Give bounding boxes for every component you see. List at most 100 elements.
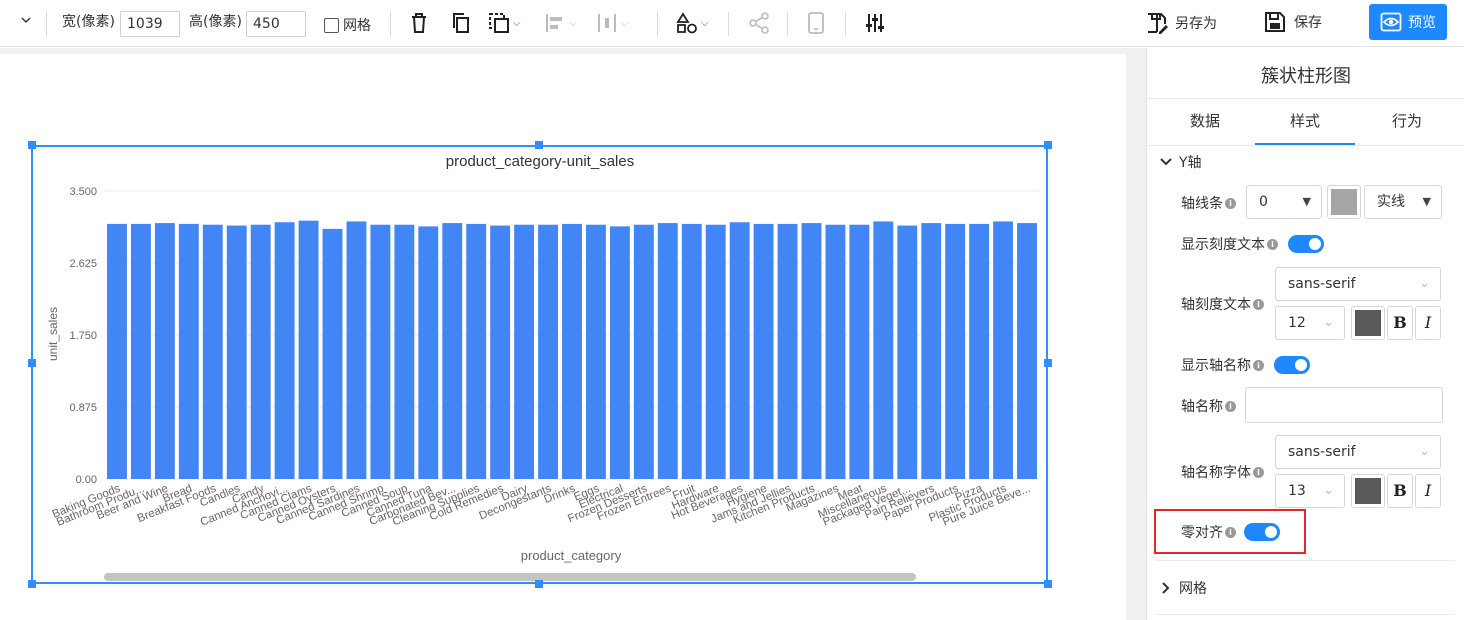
zoom-dropdown-chevron-icon[interactable] — [20, 14, 32, 26]
bar[interactable] — [969, 223, 990, 479]
section-grid-header[interactable]: 网格 — [1159, 578, 1207, 598]
bar[interactable] — [274, 222, 295, 480]
axis-name-row: 轴名称 i — [1181, 396, 1236, 416]
section-grid-label: 网格 — [1179, 581, 1207, 597]
save-as-button[interactable]: 另存为 — [1145, 11, 1217, 35]
resize-handle-right[interactable] — [1044, 359, 1052, 367]
axis-name-input[interactable] — [1245, 387, 1443, 423]
share-icon[interactable] — [748, 12, 770, 34]
bar[interactable] — [849, 224, 870, 479]
section-y-axis-header[interactable]: Y轴 — [1159, 152, 1202, 172]
axis-name-bold-button[interactable]: B — [1387, 474, 1413, 508]
bar[interactable] — [801, 223, 822, 479]
bar[interactable] — [466, 223, 487, 479]
tab-style[interactable]: 样式 — [1255, 99, 1355, 145]
tab-behavior[interactable]: 行为 — [1357, 99, 1457, 145]
dropdown-arrow-icon: ▼ — [1302, 195, 1311, 208]
axis-name-size-select[interactable]: 13 ⌄ — [1275, 474, 1345, 508]
bar[interactable] — [993, 221, 1014, 479]
bar[interactable] — [705, 224, 726, 479]
bar[interactable] — [394, 224, 415, 479]
bar[interactable] — [107, 223, 127, 479]
tick-italic-button[interactable]: I — [1415, 306, 1441, 340]
width-label: 宽(像素) — [62, 14, 115, 30]
bar[interactable] — [130, 223, 151, 479]
y-tick-label: 3.500 — [69, 186, 97, 198]
resize-handle-bottom-right[interactable] — [1044, 580, 1052, 588]
bar[interactable] — [1017, 223, 1037, 479]
chart-horizontal-scrollbar[interactable] — [104, 573, 916, 581]
bar[interactable] — [945, 223, 966, 479]
bar[interactable] — [633, 224, 654, 479]
axis-line-style-select[interactable]: 实线 ▼ — [1364, 185, 1442, 219]
bar[interactable] — [681, 223, 702, 479]
grid-toggle[interactable]: 网格 — [324, 15, 371, 35]
delete-icon[interactable] — [409, 12, 429, 34]
bar[interactable] — [609, 226, 630, 479]
bar[interactable] — [729, 222, 750, 480]
bar[interactable] — [657, 223, 678, 479]
panel-tabs: 数据 样式 行为 — [1147, 98, 1464, 146]
x-axis-title: product_category — [521, 548, 622, 563]
resize-handle-bottom[interactable] — [535, 580, 543, 588]
settings-sliders-icon[interactable] — [864, 12, 886, 34]
preview-button[interactable]: 预览 — [1369, 4, 1447, 40]
bar[interactable] — [538, 224, 558, 479]
axis-name-italic-button[interactable]: I — [1415, 474, 1441, 508]
bar[interactable] — [514, 224, 535, 479]
preview-icon — [1380, 12, 1402, 32]
bar[interactable] — [873, 221, 894, 479]
axis-line-color-picker[interactable] — [1327, 185, 1361, 219]
bar[interactable] — [490, 225, 511, 479]
height-input[interactable]: 450 — [246, 11, 306, 37]
bar[interactable] — [562, 223, 582, 479]
show-tick-text-row: 显示刻度文本 i — [1181, 234, 1278, 254]
grid-checkbox[interactable] — [324, 17, 339, 33]
select-area-icon[interactable]: ⌵ — [488, 12, 521, 34]
tick-bold-button[interactable]: B — [1387, 306, 1413, 340]
axis-name-font-select[interactable]: sans-serif ⌄ — [1275, 435, 1441, 469]
bar[interactable] — [370, 224, 391, 479]
bar[interactable] — [322, 228, 343, 479]
chevron-right-icon — [1162, 582, 1170, 594]
tick-size-select[interactable]: 12 ⌄ — [1275, 306, 1345, 340]
shapes-icon[interactable]: ⌵ — [676, 12, 709, 34]
bar[interactable] — [418, 226, 439, 479]
bar[interactable] — [777, 223, 798, 479]
bar[interactable] — [921, 223, 942, 479]
bar[interactable] — [346, 221, 367, 479]
show-axis-name-toggle[interactable] — [1274, 356, 1310, 374]
tick-font-select[interactable]: sans-serif ⌄ — [1275, 267, 1441, 301]
divider — [1155, 560, 1455, 561]
bar[interactable] — [250, 224, 271, 479]
resize-handle-left[interactable] — [28, 359, 36, 367]
chart-component[interactable]: product_category-unit_sales 0.00 0.875 1.7… — [31, 145, 1048, 584]
bar[interactable] — [586, 224, 606, 479]
bar[interactable] — [442, 223, 463, 479]
bar[interactable] — [298, 220, 319, 479]
tick-color-picker[interactable] — [1351, 306, 1385, 340]
resize-handle-top[interactable] — [535, 141, 543, 149]
tab-data[interactable]: 数据 — [1155, 99, 1255, 145]
bar[interactable] — [825, 224, 846, 479]
show-axis-name-row: 显示轴名称 i — [1181, 355, 1264, 375]
resize-handle-bottom-left[interactable] — [28, 580, 36, 588]
bar[interactable] — [753, 223, 774, 479]
show-tick-text-toggle[interactable] — [1288, 235, 1324, 253]
width-input[interactable]: 1039 — [120, 11, 180, 37]
bar[interactable] — [154, 223, 175, 479]
distribute-icon[interactable]: ⌵ — [596, 12, 629, 34]
save-button[interactable]: 保存 — [1264, 11, 1322, 33]
axis-line-width-select[interactable]: 0 ▼ — [1246, 185, 1322, 219]
resize-handle-top-left[interactable] — [28, 141, 36, 149]
mobile-icon[interactable] — [807, 12, 825, 34]
bar[interactable] — [178, 223, 199, 479]
bar[interactable] — [202, 224, 223, 479]
axis-name-color-picker[interactable] — [1351, 474, 1385, 508]
bar[interactable] — [226, 225, 247, 479]
bar[interactable] — [897, 225, 918, 479]
align-icon[interactable]: ⌵ — [544, 12, 577, 34]
resize-handle-top-right[interactable] — [1044, 141, 1052, 149]
color-swatch — [1331, 189, 1357, 215]
copy-icon[interactable] — [451, 12, 471, 34]
